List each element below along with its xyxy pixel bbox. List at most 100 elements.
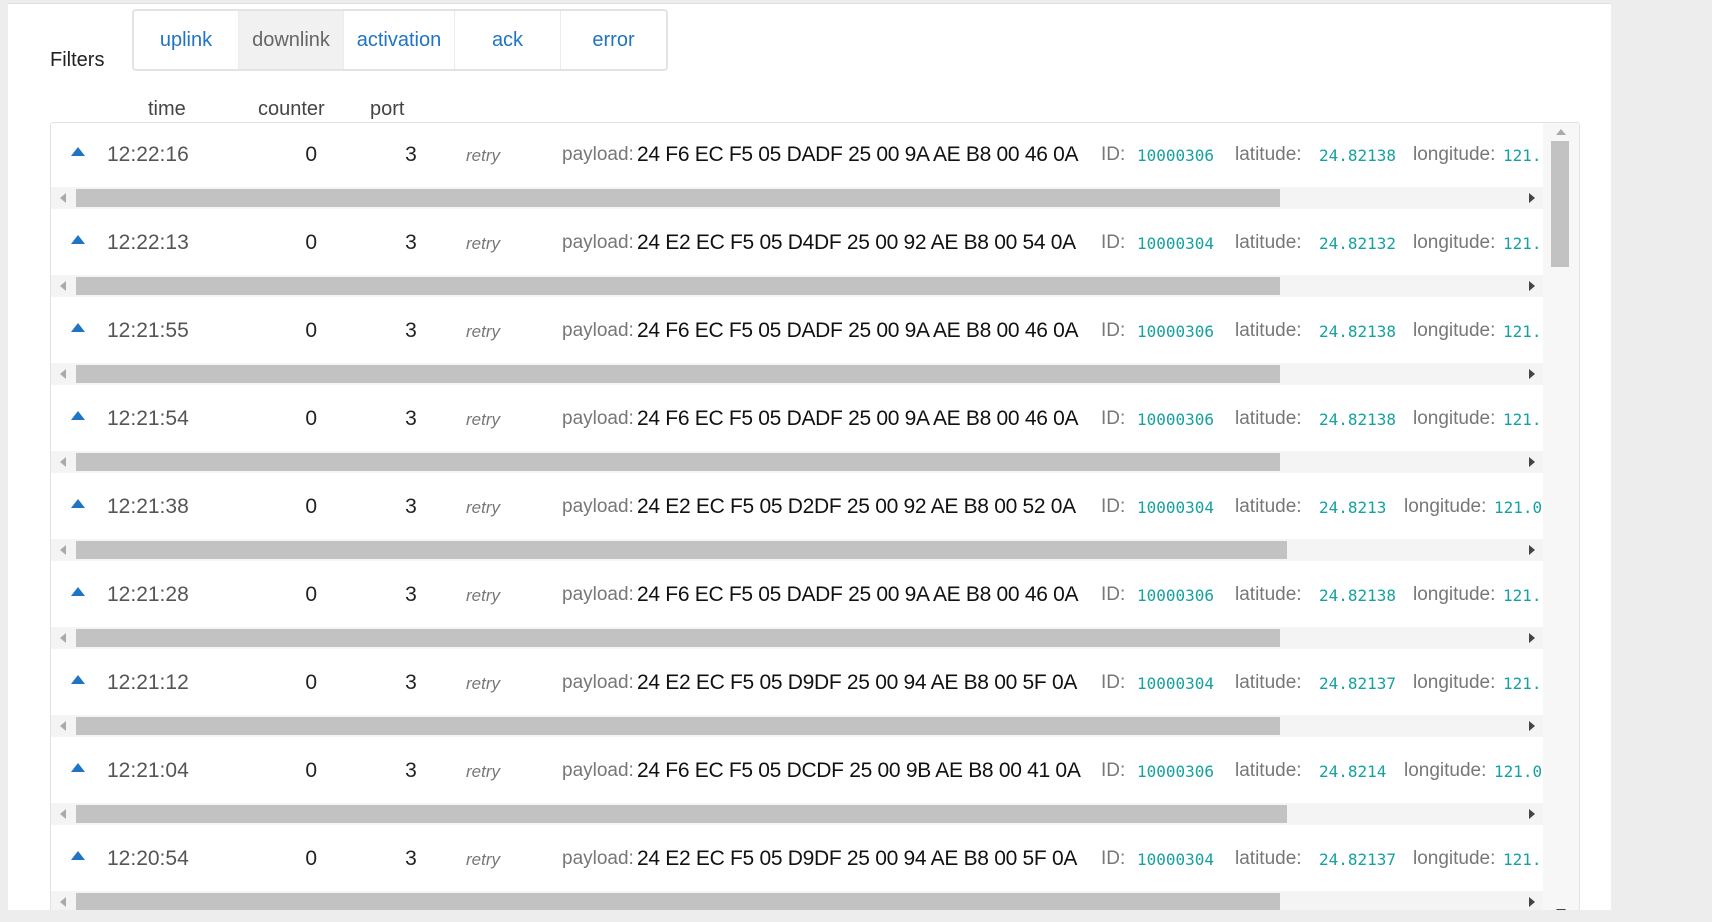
scroll-right-arrow-icon[interactable]: [1529, 545, 1535, 555]
packet-row-content[interactable]: 12:20:54 0 3 retry payload: 24 E2 EC F5 05 D9…: [51, 827, 1543, 891]
column-header-counter[interactable]: counter: [258, 98, 325, 121]
horizontal-scrollbar-thumb[interactable]: [76, 277, 1280, 295]
payload-label: payload:: [562, 760, 634, 781]
scroll-right-arrow-icon[interactable]: [1529, 457, 1535, 467]
packet-list[interactable]: 12:22:16 0 3 retry payload: 24 F6 EC F5 05 DA…: [50, 122, 1580, 910]
scroll-right-arrow-icon[interactable]: [1529, 633, 1535, 643]
latitude-value: 24.82138: [1319, 146, 1397, 165]
filter-uplink-button[interactable]: uplink: [134, 11, 239, 69]
payload-value: 24 F6 EC F5 05 DADF 25 00 9A AE B8 00 46…: [637, 143, 1079, 166]
horizontal-scrollbar[interactable]: [51, 803, 1543, 825]
longitude-value: 121.(: [1503, 234, 1543, 253]
latitude-label: latitude:: [1235, 496, 1302, 517]
horizontal-scrollbar[interactable]: [51, 451, 1543, 473]
packet-row[interactable]: 12:21:04 0 3 retry payload: 24 F6 EC F5 05 DC…: [51, 739, 1579, 827]
scroll-left-arrow-icon[interactable]: [60, 281, 66, 291]
packet-row[interactable]: 12:20:54 0 3 retry payload: 24 E2 EC F5 05 D9…: [51, 827, 1579, 910]
scroll-left-arrow-icon[interactable]: [60, 809, 66, 819]
longitude-value: 121.(: [1503, 674, 1543, 693]
id-label: ID:: [1101, 320, 1126, 341]
packet-time: 12:21:28: [107, 583, 189, 606]
horizontal-scrollbar-thumb[interactable]: [76, 893, 1280, 910]
packet-time: 12:22:13: [107, 231, 189, 254]
packet-status: retry: [466, 146, 500, 165]
scroll-right-arrow-icon[interactable]: [1529, 721, 1535, 731]
horizontal-scrollbar-thumb[interactable]: [76, 365, 1280, 383]
horizontal-scrollbar[interactable]: [51, 275, 1543, 297]
filter-activation-button[interactable]: activation: [344, 11, 455, 69]
packet-row[interactable]: 12:22:13 0 3 retry payload: 24 E2 EC F5 05 D4…: [51, 211, 1579, 299]
packet-row[interactable]: 12:21:55 0 3 retry payload: 24 F6 EC F5 05 DA…: [51, 299, 1579, 387]
scroll-right-arrow-icon[interactable]: [1529, 281, 1535, 291]
packet-port: 3: [405, 583, 417, 606]
scroll-left-arrow-icon[interactable]: [60, 633, 66, 643]
scroll-left-arrow-icon[interactable]: [60, 545, 66, 555]
scroll-left-arrow-icon[interactable]: [60, 721, 66, 731]
scroll-right-arrow-icon[interactable]: [1529, 193, 1535, 203]
packet-row[interactable]: 12:21:28 0 3 retry payload: 24 F6 EC F5 05 DA…: [51, 563, 1579, 651]
packet-row-content[interactable]: 12:21:54 0 3 retry payload: 24 F6 EC F5 05 DA…: [51, 387, 1543, 451]
expand-arrow-up-icon[interactable]: [71, 675, 85, 684]
packet-row-content[interactable]: 12:21:12 0 3 retry payload: 24 E2 EC F5 05 D9…: [51, 651, 1543, 715]
expand-arrow-up-icon[interactable]: [71, 851, 85, 860]
scroll-down-arrow-icon[interactable]: [1556, 909, 1566, 910]
packet-row-content[interactable]: 12:22:16 0 3 retry payload: 24 F6 EC F5 05 DA…: [51, 123, 1543, 187]
column-header-time[interactable]: time: [148, 98, 186, 121]
horizontal-scrollbar-thumb[interactable]: [76, 541, 1287, 559]
vertical-scrollbar-thumb[interactable]: [1551, 141, 1569, 267]
packet-row-content[interactable]: 12:21:38 0 3 retry payload: 24 E2 EC F5 05 D2…: [51, 475, 1543, 539]
packet-time: 12:21:38: [107, 495, 189, 518]
scroll-left-arrow-icon[interactable]: [60, 193, 66, 203]
horizontal-scrollbar[interactable]: [51, 715, 1543, 737]
filter-downlink-button[interactable]: downlink: [239, 11, 344, 69]
horizontal-scrollbar-thumb[interactable]: [76, 453, 1280, 471]
id-label: ID:: [1101, 408, 1126, 429]
horizontal-scrollbar[interactable]: [51, 363, 1543, 385]
packet-row-content[interactable]: 12:21:28 0 3 retry payload: 24 F6 EC F5 05 DA…: [51, 563, 1543, 627]
packet-port: 3: [405, 143, 417, 166]
scroll-right-arrow-icon[interactable]: [1529, 369, 1535, 379]
horizontal-scrollbar-thumb[interactable]: [76, 805, 1287, 823]
horizontal-scrollbar[interactable]: [51, 891, 1543, 910]
latitude-value: 24.82137: [1319, 674, 1397, 693]
horizontal-scrollbar[interactable]: [51, 539, 1543, 561]
scroll-right-arrow-icon[interactable]: [1529, 897, 1535, 907]
expand-arrow-up-icon[interactable]: [71, 147, 85, 156]
horizontal-scrollbar[interactable]: [51, 187, 1543, 209]
scroll-left-arrow-icon[interactable]: [60, 897, 66, 907]
packet-row[interactable]: 12:21:12 0 3 retry payload: 24 E2 EC F5 05 D9…: [51, 651, 1579, 739]
horizontal-scrollbar-thumb[interactable]: [76, 629, 1280, 647]
scroll-right-arrow-icon[interactable]: [1529, 809, 1535, 819]
longitude-label: longitude:: [1413, 672, 1496, 693]
packet-port: 3: [405, 231, 417, 254]
packet-panel: Filters uplink downlink activation ack e…: [8, 3, 1611, 910]
filter-error-button[interactable]: error: [561, 11, 666, 69]
horizontal-scrollbar-thumb[interactable]: [76, 717, 1280, 735]
packet-status: retry: [466, 498, 500, 517]
filter-ack-button[interactable]: ack: [455, 11, 561, 69]
packet-row-content[interactable]: 12:22:13 0 3 retry payload: 24 E2 EC F5 05 D4…: [51, 211, 1543, 275]
packet-row[interactable]: 12:21:38 0 3 retry payload: 24 E2 EC F5 05 D2…: [51, 475, 1579, 563]
packet-row-content[interactable]: 12:21:04 0 3 retry payload: 24 F6 EC F5 05 DC…: [51, 739, 1543, 803]
packet-row[interactable]: 12:22:16 0 3 retry payload: 24 F6 EC F5 05 DA…: [51, 123, 1579, 211]
column-header-port[interactable]: port: [370, 98, 404, 121]
device-id-value: 10000306: [1137, 146, 1215, 165]
expand-arrow-up-icon[interactable]: [71, 587, 85, 596]
expand-arrow-up-icon[interactable]: [71, 763, 85, 772]
horizontal-scrollbar-thumb[interactable]: [76, 189, 1280, 207]
latitude-label: latitude:: [1235, 232, 1302, 253]
packet-row[interactable]: 12:21:54 0 3 retry payload: 24 F6 EC F5 05 DA…: [51, 387, 1579, 475]
filters-label: Filters: [50, 49, 105, 71]
id-label: ID:: [1101, 672, 1126, 693]
expand-arrow-up-icon[interactable]: [71, 411, 85, 420]
horizontal-scrollbar[interactable]: [51, 627, 1543, 649]
expand-arrow-up-icon[interactable]: [71, 323, 85, 332]
expand-arrow-up-icon[interactable]: [71, 235, 85, 244]
packet-row-content[interactable]: 12:21:55 0 3 retry payload: 24 F6 EC F5 05 DA…: [51, 299, 1543, 363]
scroll-left-arrow-icon[interactable]: [60, 457, 66, 467]
packet-status: retry: [466, 586, 500, 605]
scroll-left-arrow-icon[interactable]: [60, 369, 66, 379]
expand-arrow-up-icon[interactable]: [71, 499, 85, 508]
scroll-up-arrow-icon[interactable]: [1556, 129, 1566, 135]
vertical-scrollbar[interactable]: [1543, 123, 1579, 910]
